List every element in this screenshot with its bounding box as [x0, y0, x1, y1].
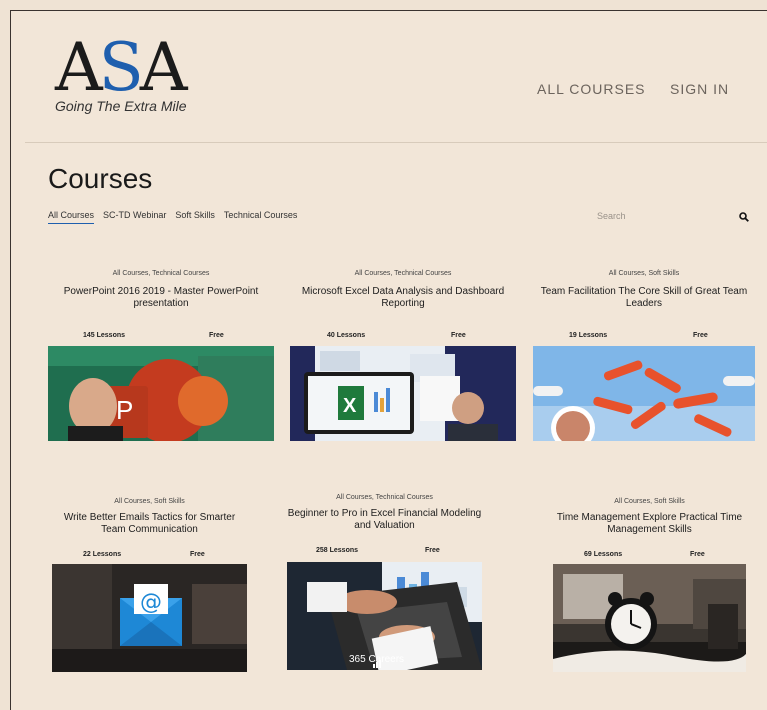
search-input[interactable]: Search	[597, 211, 626, 221]
tab-all-courses[interactable]: All Courses	[48, 210, 95, 224]
brand-logo[interactable]: ASA Going The Extra Mile	[55, 29, 188, 115]
logo-tagline: Going The Extra Mile	[55, 98, 187, 114]
course-thumbnail[interactable]: @	[52, 564, 247, 672]
course-thumbnail[interactable]	[533, 346, 755, 441]
course-card[interactable]: All Courses, Technical Courses Beginner …	[287, 494, 482, 670]
course-categories: All Courses, Soft Skills	[608, 270, 680, 277]
tab-sc-td-webinar[interactable]: SC-TD Webinar	[103, 210, 166, 224]
course-title[interactable]: Time Management Explore Practical Time M…	[553, 512, 746, 536]
course-title[interactable]: Microsoft Excel Data Analysis and Dashbo…	[290, 286, 516, 310]
tab-soft-skills[interactable]: Soft Skills	[175, 210, 215, 224]
page-title: Courses	[48, 163, 153, 194]
course-title[interactable]: Write Better Emails Tactics for Smarter …	[52, 512, 247, 536]
svg-text:@: @	[140, 590, 162, 615]
course-title[interactable]: Team Facilitation The Core Skill of Grea…	[533, 286, 755, 310]
course-categories: All Courses, Technical Courses	[336, 494, 433, 501]
course-price: Free	[190, 551, 205, 558]
course-card[interactable]: All Courses, Technical Courses PowerPoin…	[48, 270, 274, 442]
search-icon[interactable]	[739, 209, 749, 227]
nav-sign-in[interactable]: SIGN IN	[670, 81, 729, 97]
course-price: Free	[690, 551, 705, 558]
course-card[interactable]: All Courses, Soft Skills Team Facilitati…	[533, 270, 755, 442]
course-categories: All Courses, Technical Courses	[112, 270, 210, 277]
course-thumbnail[interactable]: P	[48, 346, 274, 441]
course-card[interactable]: All Courses, Soft Skills Write Better Em…	[52, 498, 247, 673]
course-thumbnail[interactable]	[553, 564, 746, 672]
course-price: Free	[693, 332, 708, 339]
course-card[interactable]: All Courses, Technical Courses Microsoft…	[290, 270, 516, 442]
nav-all-courses[interactable]: ALL COURSES	[537, 81, 646, 97]
course-title[interactable]: Beginner to Pro in Excel Financial Model…	[287, 508, 482, 532]
lesson-count: 258 Lessons	[316, 547, 359, 554]
bar-chart-icon	[373, 655, 381, 673]
course-price: Free	[425, 547, 440, 554]
course-categories: All Courses, Soft Skills	[614, 498, 685, 505]
header-divider	[25, 142, 767, 143]
svg-text:X: X	[343, 395, 357, 417]
course-card[interactable]: All Courses, Soft Skills Time Management…	[553, 498, 746, 673]
course-categories: All Courses, Technical Courses	[354, 270, 452, 277]
svg-text:P: P	[116, 395, 133, 425]
logo-mark: ASA	[55, 29, 188, 106]
course-price: Free	[209, 332, 224, 339]
lesson-count: 145 Lessons	[83, 332, 126, 339]
course-categories: All Courses, Soft Skills	[114, 498, 185, 505]
lesson-count: 22 Lessons	[83, 551, 122, 558]
course-title[interactable]: PowerPoint 2016 2019 - Master PowerPoint…	[48, 286, 274, 310]
lesson-count: 69 Lessons	[584, 551, 623, 558]
filter-tabs: All Courses SC-TD Webinar Soft Skills Te…	[48, 210, 297, 224]
course-price: Free	[451, 332, 466, 339]
lesson-count: 40 Lessons	[327, 332, 366, 339]
lesson-count: 19 Lessons	[569, 332, 608, 339]
course-thumbnail[interactable]: X	[290, 346, 516, 441]
tab-technical-courses[interactable]: Technical Courses	[224, 210, 298, 224]
